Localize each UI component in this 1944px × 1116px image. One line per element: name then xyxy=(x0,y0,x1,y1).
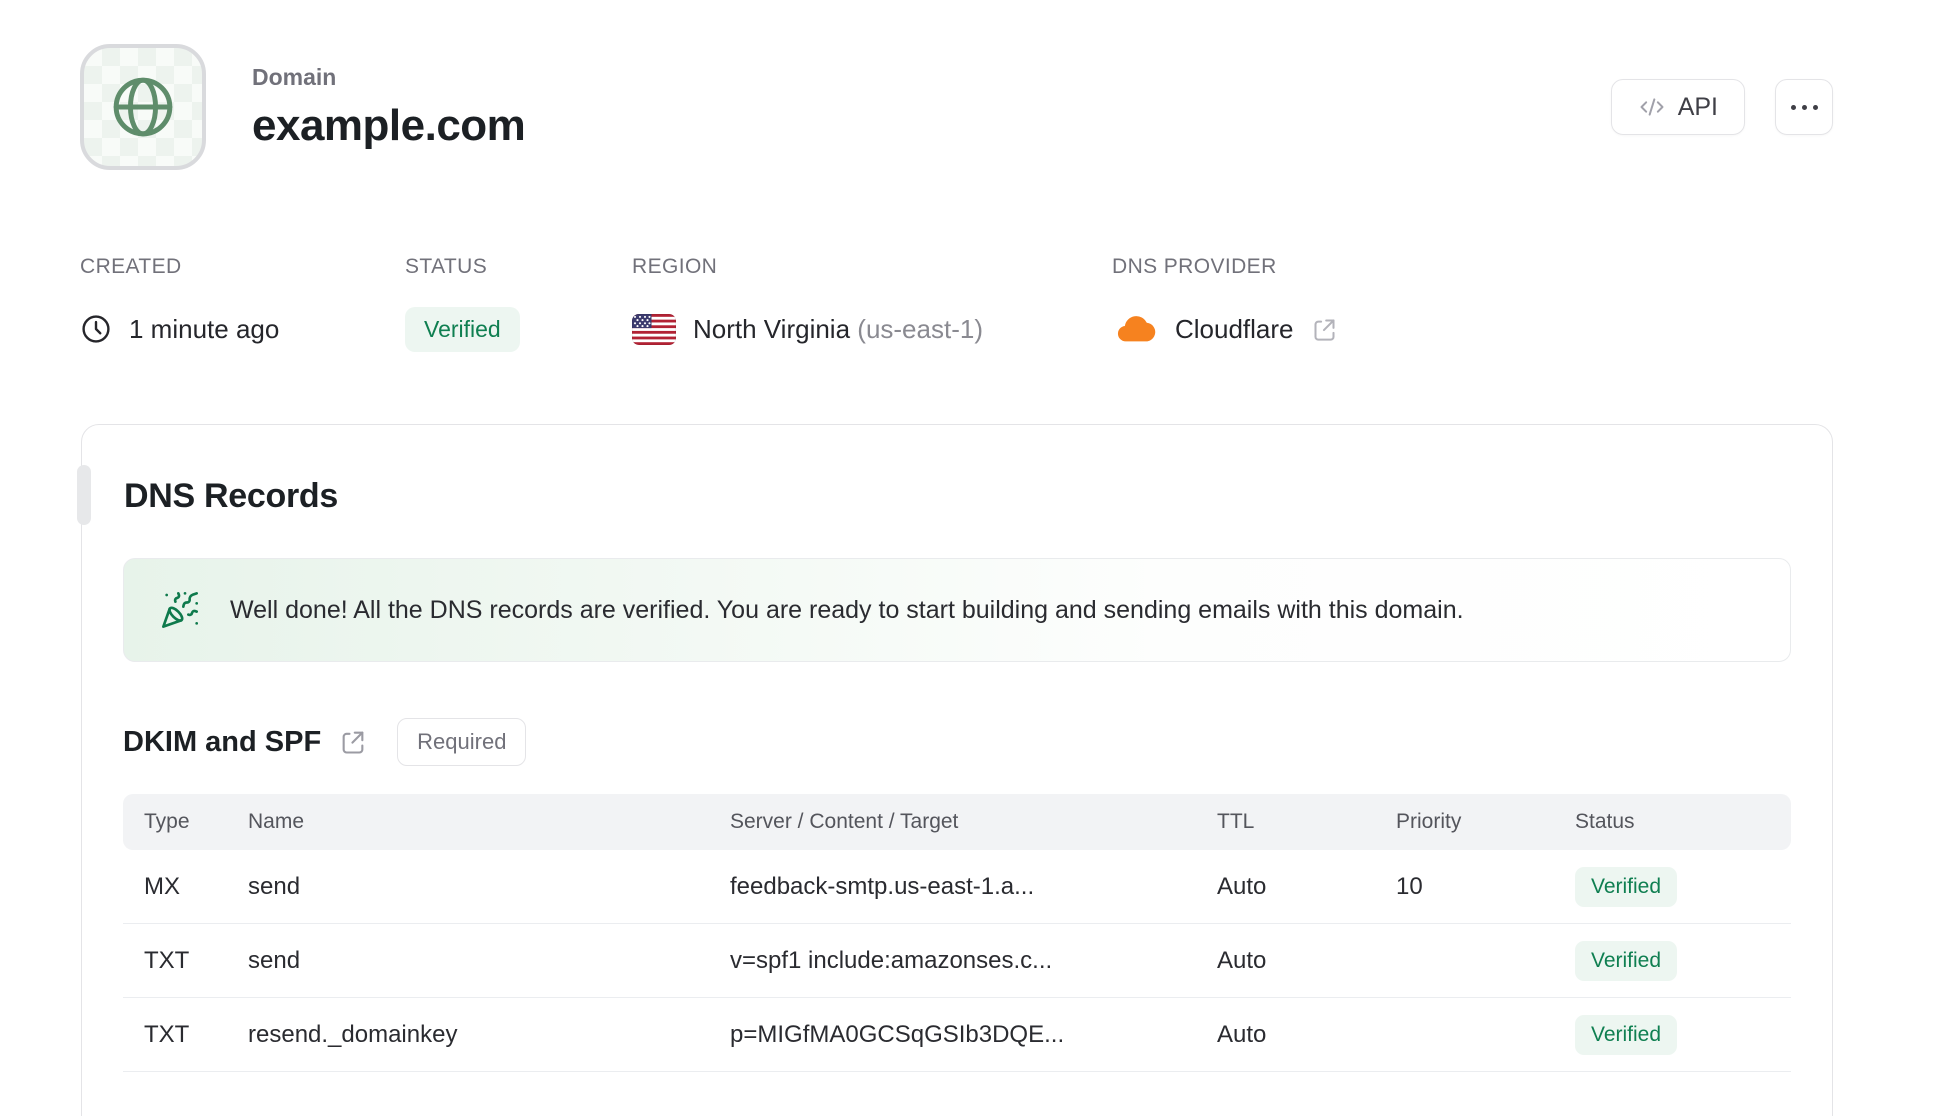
record-content: p=MIGfMA0GCSqGSIb3DQE... xyxy=(730,998,1217,1072)
record-priority: 10 xyxy=(1396,850,1575,924)
status-label: STATUS xyxy=(405,255,488,278)
col-type: Type xyxy=(123,794,248,850)
success-banner: Well done! All the DNS records are verif… xyxy=(123,558,1791,662)
record-ttl: Auto xyxy=(1217,850,1396,924)
col-name: Name xyxy=(248,794,730,850)
us-flag-icon xyxy=(632,313,676,345)
record-name: send xyxy=(248,850,730,924)
dkim-spf-section-head: DKIM and SPF Required xyxy=(123,718,1791,766)
record-ttl: Auto xyxy=(1217,998,1396,1072)
record-type: MX xyxy=(123,850,248,924)
meta-region: REGION North Virginia (us-east-1) xyxy=(632,255,1112,353)
cloudflare-icon xyxy=(1112,312,1158,346)
region-label: REGION xyxy=(632,255,718,278)
meta-row: CREATED 1 minute ago STATUS Verified REG… xyxy=(80,255,1338,353)
dkim-spf-title: DKIM and SPF xyxy=(123,725,322,758)
required-badge: Required xyxy=(397,718,527,766)
banner-message: Well done! All the DNS records are verif… xyxy=(230,595,1464,624)
col-ttl: TTL xyxy=(1217,794,1396,850)
dns-records-title: DNS Records xyxy=(124,477,338,515)
col-content: Server / Content / Target xyxy=(730,794,1217,850)
dns-records-table: Type Name Server / Content / Target TTL … xyxy=(123,794,1791,1072)
created-value: 1 minute ago xyxy=(129,313,280,344)
record-ttl: Auto xyxy=(1217,924,1396,998)
col-status: Status xyxy=(1575,794,1791,850)
record-content: feedback-smtp.us-east-1.a... xyxy=(730,850,1217,924)
globe-icon xyxy=(108,72,178,142)
dns-provider-label: DNS PROVIDER xyxy=(1112,255,1277,278)
meta-status: STATUS Verified xyxy=(405,255,632,353)
card-side-tab xyxy=(77,465,91,525)
api-button[interactable]: API xyxy=(1610,79,1745,135)
more-button[interactable] xyxy=(1775,79,1833,135)
col-priority: Priority xyxy=(1396,794,1575,850)
dns-provider-value: Cloudflare xyxy=(1175,313,1294,344)
domain-detail-page: Domain example.com API CREATED 1 minute … xyxy=(0,0,1944,1116)
record-type: TXT xyxy=(123,924,248,998)
status-badge: Verified xyxy=(405,306,520,352)
ellipsis-icon xyxy=(1790,104,1818,110)
api-button-label: API xyxy=(1677,92,1718,121)
domain-avatar xyxy=(80,44,206,170)
table-row[interactable]: TXT resend._domainkey p=MIGfMA0GCSqGSIb3… xyxy=(123,998,1791,1072)
record-name: send xyxy=(248,924,730,998)
table-row[interactable]: MX send feedback-smtp.us-east-1.a... Aut… xyxy=(123,850,1791,924)
meta-created: CREATED 1 minute ago xyxy=(80,255,405,353)
dns-records-card: DNS Records Well done! All the DNS recor… xyxy=(77,424,1833,1116)
domain-kicker: Domain xyxy=(252,63,337,90)
created-label: CREATED xyxy=(80,255,182,278)
header-text: Domain example.com xyxy=(252,63,526,151)
meta-dns-provider: DNS PROVIDER Cloudflare xyxy=(1112,255,1338,353)
external-link-icon[interactable] xyxy=(339,728,367,756)
record-status-badge: Verified xyxy=(1575,866,1678,907)
page-title: example.com xyxy=(252,100,526,150)
clock-icon xyxy=(80,313,112,345)
region-code: (us-east-1) xyxy=(857,313,983,344)
record-status-badge: Verified xyxy=(1575,1014,1678,1055)
record-status-badge: Verified xyxy=(1575,940,1678,981)
page-header: Domain example.com API xyxy=(80,44,1833,170)
code-icon xyxy=(1638,93,1666,121)
record-name: resend._domainkey xyxy=(248,998,730,1072)
table-header-row: Type Name Server / Content / Target TTL … xyxy=(123,794,1791,850)
record-priority xyxy=(1396,924,1575,998)
region-value: North Virginia xyxy=(693,313,851,344)
party-popper-icon xyxy=(160,590,200,630)
record-content: v=spf1 include:amazonses.c... xyxy=(730,924,1217,998)
table-row[interactable]: TXT send v=spf1 include:amazonses.c... A… xyxy=(123,924,1791,998)
record-type: TXT xyxy=(123,998,248,1072)
header-actions: API xyxy=(1610,79,1833,135)
external-link-icon[interactable] xyxy=(1311,316,1338,343)
record-priority xyxy=(1396,998,1575,1072)
